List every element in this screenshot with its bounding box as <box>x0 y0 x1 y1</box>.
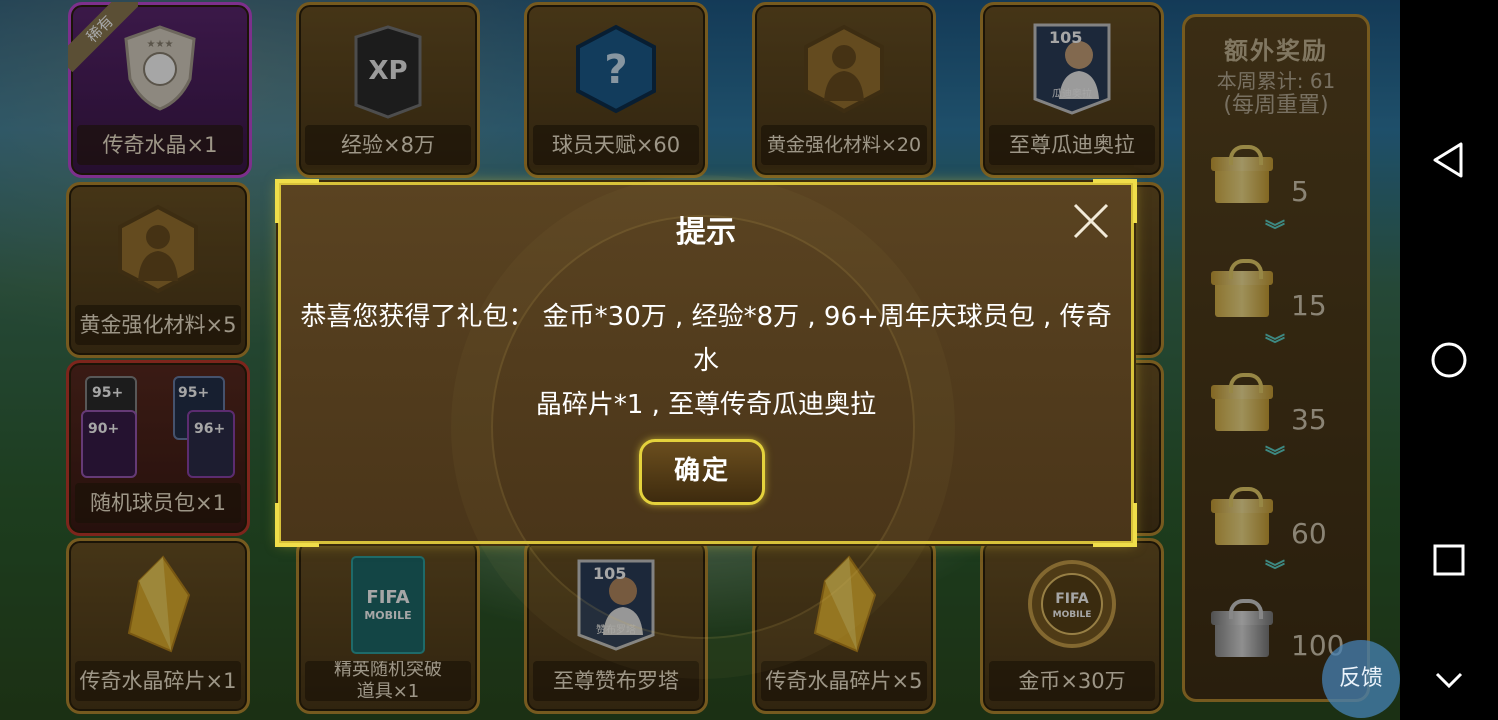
chevron-down-icon[interactable] <box>1429 660 1469 700</box>
dialog-message: 恭喜您获得了礼包： 金币*30万 , 经验*8万 , 96+周年庆球员包 , 传… <box>281 295 1131 427</box>
close-icon[interactable] <box>1069 199 1113 243</box>
android-navigation-bar <box>1400 0 1498 720</box>
dialog-corner <box>275 503 319 547</box>
dialog-message-line1: 恭喜您获得了礼包： 金币*30万 , 经验*8万 , 96+周年庆球员包 , 传… <box>300 302 1112 376</box>
back-triangle-icon[interactable] <box>1429 140 1469 180</box>
confirm-button[interactable]: 确定 <box>639 439 765 505</box>
dialog-message-line2: 晶碎片*1 , 至尊传奇瓜迪奥拉 <box>535 390 877 420</box>
dialog-corner <box>1093 503 1137 547</box>
dialog-title: 提示 <box>676 215 736 250</box>
home-circle-icon[interactable] <box>1429 340 1469 380</box>
recents-square-icon[interactable] <box>1429 540 1469 580</box>
feedback-button[interactable]: 反馈 <box>1322 640 1400 718</box>
dialog-decor-rings <box>491 215 915 639</box>
notice-dialog: 提示 恭喜您获得了礼包： 金币*30万 , 经验*8万 , 96+周年庆球员包 … <box>275 179 1137 639</box>
